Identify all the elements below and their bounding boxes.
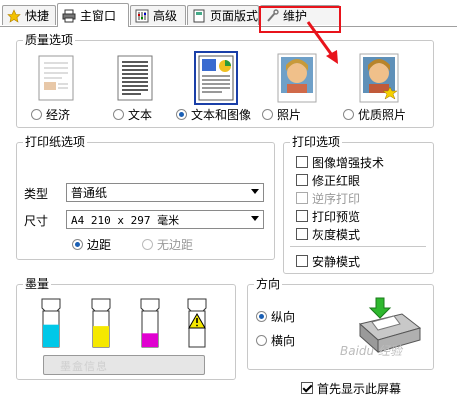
tab-label: 快捷 bbox=[25, 9, 50, 23]
radio-circle bbox=[256, 334, 267, 346]
radio-label: 经济 bbox=[46, 107, 71, 122]
type-select[interactable]: 普通纸 bbox=[66, 183, 264, 202]
radio-best-photo[interactable]: 优质照片 bbox=[343, 106, 406, 122]
checkbox-reverse-order[interactable]: 逆序打印 bbox=[296, 190, 360, 206]
checkbox-box bbox=[296, 156, 308, 168]
tab-label: 主窗口 bbox=[80, 9, 117, 23]
checkbox-label: 灰度模式 bbox=[312, 227, 361, 242]
size-value: A4 210 x 297 毫米 bbox=[71, 213, 180, 227]
text-preview[interactable] bbox=[100, 48, 170, 108]
radio-circle-selected bbox=[176, 108, 187, 120]
checkbox-first-display[interactable]: 首先显示此屏幕 bbox=[301, 380, 401, 396]
ink-cartridge-cyan bbox=[41, 298, 61, 348]
radio-label: 文本和图像 bbox=[191, 107, 252, 122]
checkbox-grayscale[interactable]: 灰度模式 bbox=[296, 226, 360, 242]
chevron-down-icon bbox=[251, 189, 259, 194]
checkbox-box bbox=[296, 210, 308, 222]
radio-circle bbox=[113, 108, 124, 120]
checkbox-label: 逆序打印 bbox=[312, 191, 361, 206]
radio-label: 横向 bbox=[271, 333, 296, 348]
best-photo-icon bbox=[359, 53, 399, 103]
tab-quick[interactable]: 快捷 bbox=[2, 5, 56, 25]
print-options-title: 打印选项 bbox=[290, 135, 343, 149]
checkbox-label: 安静模式 bbox=[312, 254, 361, 269]
checkbox-box bbox=[296, 255, 308, 267]
ink-level-yellow bbox=[93, 326, 109, 347]
radio-circle-selected bbox=[72, 238, 83, 250]
sliders-icon bbox=[135, 9, 149, 23]
checkbox-box bbox=[296, 192, 308, 204]
checkbox-label: 修正红眼 bbox=[312, 173, 361, 188]
tab-label: 高级 bbox=[153, 9, 178, 23]
chevron-down-icon bbox=[251, 216, 259, 221]
size-label: 尺寸 bbox=[24, 214, 49, 228]
checkbox-quiet-mode[interactable]: 安静模式 bbox=[296, 253, 360, 269]
quality-title: 质量选项 bbox=[23, 33, 76, 47]
tab-label: 页面版式 bbox=[210, 9, 259, 23]
checkbox-label: 首先显示此屏幕 bbox=[317, 381, 402, 396]
economy-page-icon bbox=[38, 55, 74, 101]
radio-circle bbox=[31, 108, 42, 120]
type-label: 类型 bbox=[24, 187, 49, 201]
checkbox-label: 打印预览 bbox=[312, 209, 361, 224]
star-icon bbox=[7, 8, 21, 23]
checkbox-label: 图像增强技术 bbox=[312, 155, 385, 170]
radio-circle bbox=[343, 108, 354, 120]
tab-page-layout[interactable]: 页面版式 bbox=[187, 5, 259, 25]
checkbox-box bbox=[296, 228, 308, 240]
text-image-preview[interactable] bbox=[181, 48, 251, 108]
radio-label: 优质照片 bbox=[358, 107, 407, 122]
ink-level-cyan bbox=[43, 324, 59, 347]
printer-icon bbox=[62, 9, 76, 23]
checkbox-print-preview[interactable]: 打印预览 bbox=[296, 208, 360, 224]
radio-label: 无边距 bbox=[157, 237, 194, 252]
size-select[interactable]: A4 210 x 297 毫米 bbox=[66, 210, 264, 229]
radio-circle-selected bbox=[256, 310, 267, 322]
page-icon bbox=[192, 9, 206, 23]
type-value: 普通纸 bbox=[71, 186, 108, 200]
tab-advanced[interactable]: 高级 bbox=[130, 5, 186, 25]
text-image-page-icon bbox=[194, 51, 238, 105]
ink-cartridge-magenta bbox=[140, 298, 160, 348]
radio-text[interactable]: 文本 bbox=[113, 106, 152, 122]
radio-circle bbox=[262, 108, 273, 120]
ink-cartridge-yellow bbox=[91, 298, 111, 348]
watermark: Baidu 经验 bbox=[340, 344, 402, 358]
text-page-icon bbox=[117, 55, 153, 101]
ink-cartridge-black bbox=[187, 298, 207, 348]
tab-bar: 快捷 主窗口 高级 页面版式 维护 bbox=[0, 0, 457, 28]
radio-label: 纵向 bbox=[271, 309, 296, 324]
ink-title: 墨量 bbox=[23, 277, 52, 291]
radio-circle bbox=[142, 238, 153, 250]
radio-label: 文本 bbox=[128, 107, 153, 122]
economy-preview[interactable] bbox=[21, 48, 91, 108]
radio-borderless[interactable]: 无边距 bbox=[142, 236, 193, 252]
radio-economy[interactable]: 经济 bbox=[31, 106, 70, 122]
orientation-title: 方向 bbox=[254, 277, 283, 291]
paper-title: 打印纸选项 bbox=[23, 135, 88, 149]
divider bbox=[290, 246, 426, 247]
radio-label: 照片 bbox=[277, 107, 302, 122]
radio-text-image[interactable]: 文本和图像 bbox=[176, 106, 251, 122]
arrow-annotation bbox=[306, 21, 338, 64]
radio-portrait[interactable]: 纵向 bbox=[256, 308, 295, 324]
checkbox-image-enhance[interactable]: 图像增强技术 bbox=[296, 154, 384, 170]
checkbox-red-eye[interactable]: 修正红眼 bbox=[296, 172, 360, 188]
ink-level-magenta bbox=[142, 333, 158, 347]
checkbox-box bbox=[296, 174, 308, 186]
best-photo-preview[interactable] bbox=[344, 48, 414, 108]
radio-margin[interactable]: 边距 bbox=[72, 236, 111, 252]
checkbox-box-checked bbox=[301, 382, 313, 394]
radio-label: 边距 bbox=[87, 237, 112, 252]
ink-info-button-label: 墨盒信息 bbox=[60, 360, 108, 373]
radio-landscape[interactable]: 横向 bbox=[256, 332, 295, 348]
radio-photo[interactable]: 照片 bbox=[262, 106, 301, 122]
tab-main[interactable]: 主窗口 bbox=[57, 3, 129, 27]
